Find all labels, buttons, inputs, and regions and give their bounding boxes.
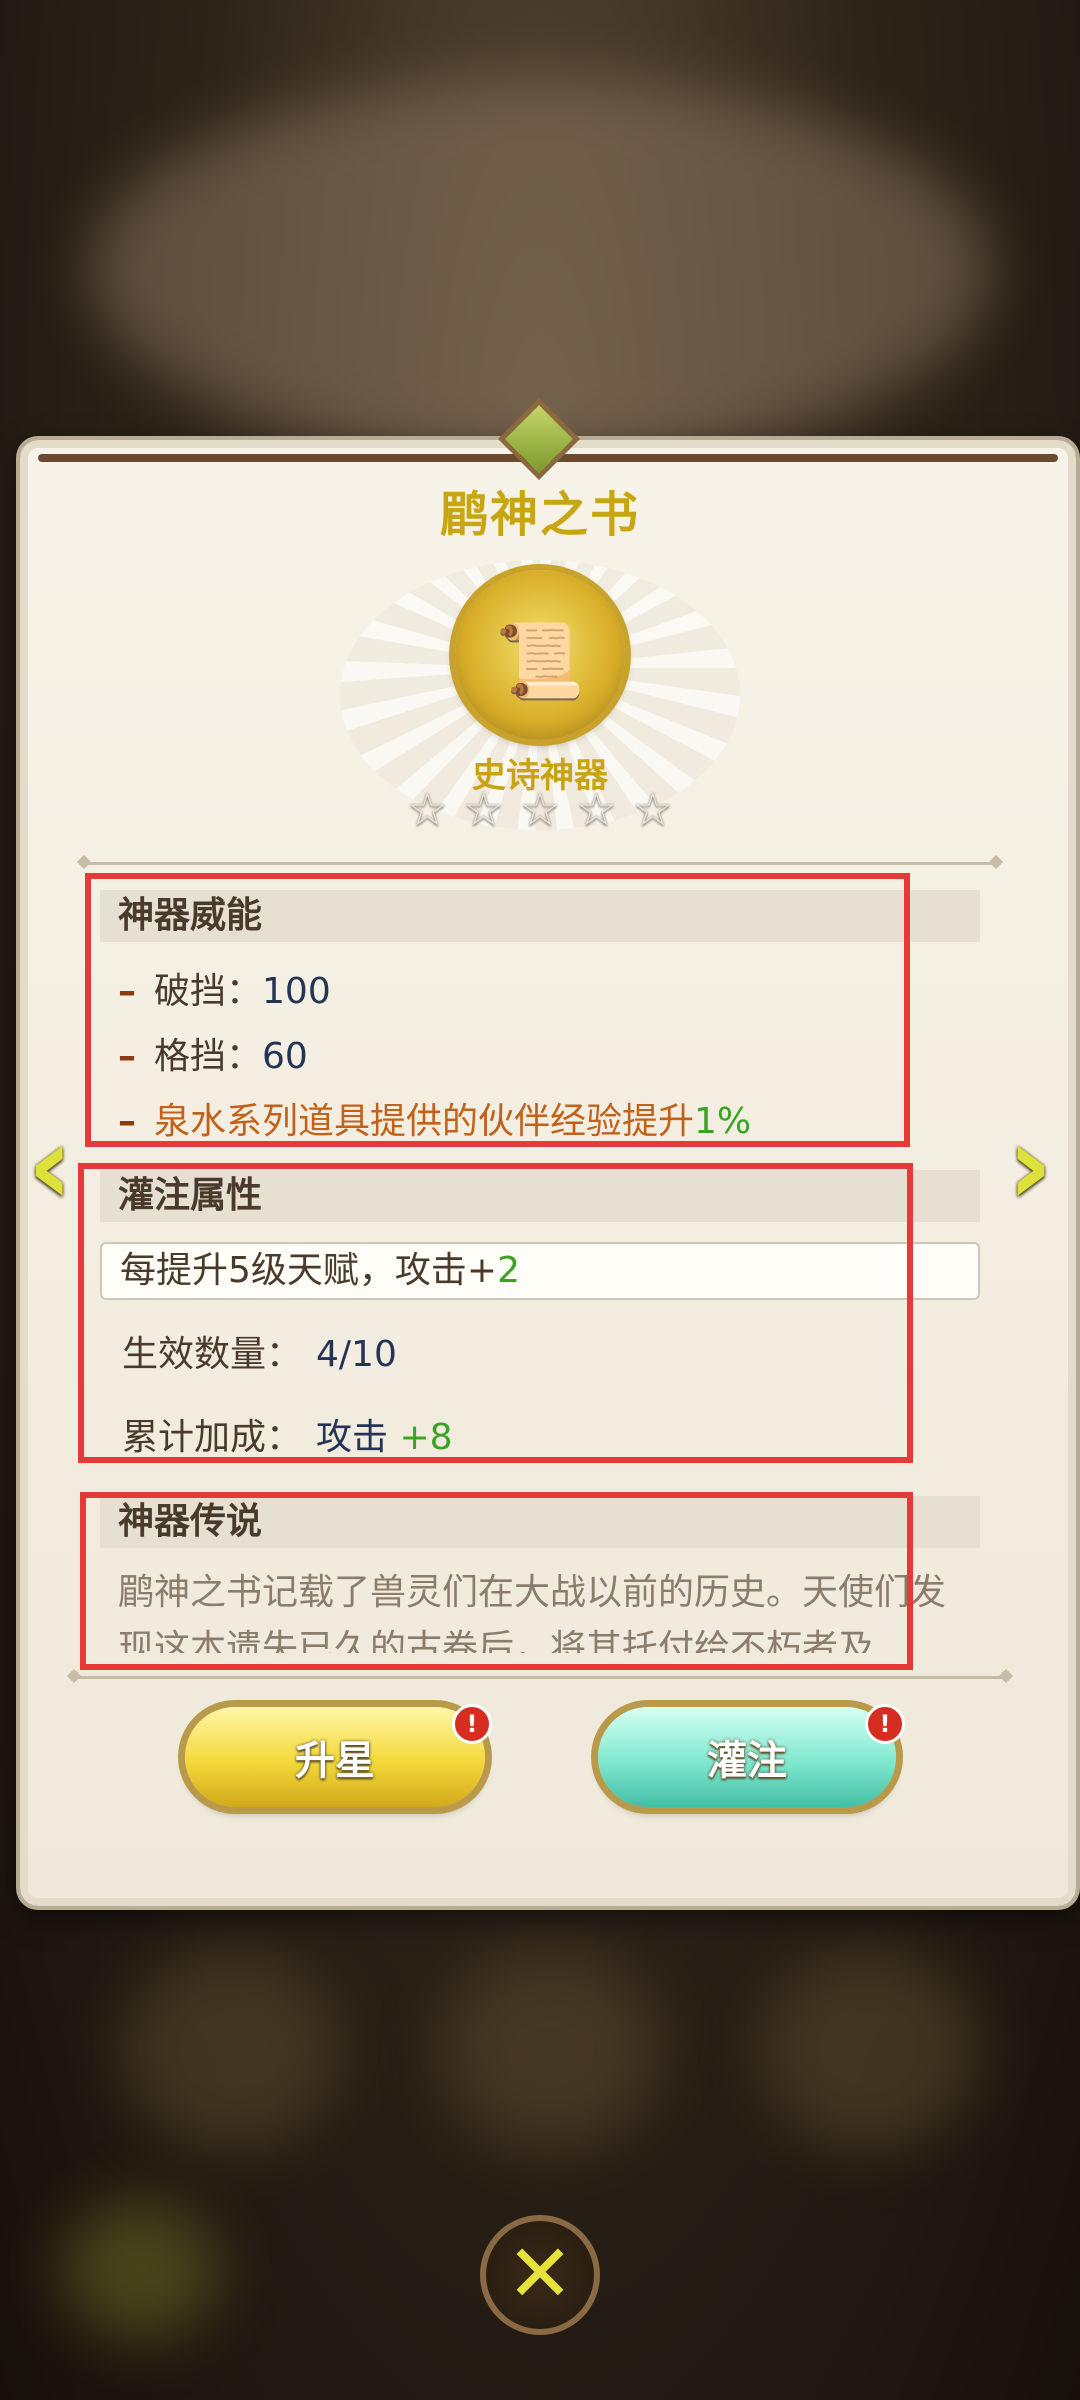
close-button[interactable]: ✕ bbox=[480, 2215, 600, 2335]
chevron-right-icon[interactable]: › bbox=[1000, 1110, 1060, 1220]
divider bbox=[85, 862, 995, 865]
background-blur bbox=[760, 1950, 980, 2150]
chevron-left-icon[interactable]: ‹ bbox=[20, 1110, 80, 1220]
alert-badge-icon: ! bbox=[452, 1704, 492, 1744]
star-icon: ☆ bbox=[463, 782, 505, 836]
star-icon: ☆ bbox=[519, 782, 561, 836]
star-rating: ☆ ☆ ☆ ☆ ☆ bbox=[0, 782, 1080, 836]
divider bbox=[75, 1676, 1005, 1679]
highlight-box-lore bbox=[80, 1492, 913, 1670]
highlight-box-power bbox=[85, 873, 910, 1147]
star-up-button[interactable]: 升星 bbox=[185, 1707, 485, 1807]
star-icon: ☆ bbox=[406, 782, 448, 836]
background-blur bbox=[120, 1950, 340, 2150]
artifact-title: 鹛神之书 bbox=[439, 487, 640, 543]
alert-badge-icon: ! bbox=[865, 1704, 905, 1744]
highlight-box-infuse bbox=[78, 1163, 913, 1463]
background-blur bbox=[60, 2200, 220, 2340]
star-icon: ☆ bbox=[632, 782, 674, 836]
star-icon: ☆ bbox=[575, 782, 617, 836]
scroll-icon: 📜 bbox=[495, 617, 585, 702]
background-blur bbox=[440, 1950, 660, 2150]
infuse-button[interactable]: 灌注 bbox=[598, 1707, 896, 1807]
